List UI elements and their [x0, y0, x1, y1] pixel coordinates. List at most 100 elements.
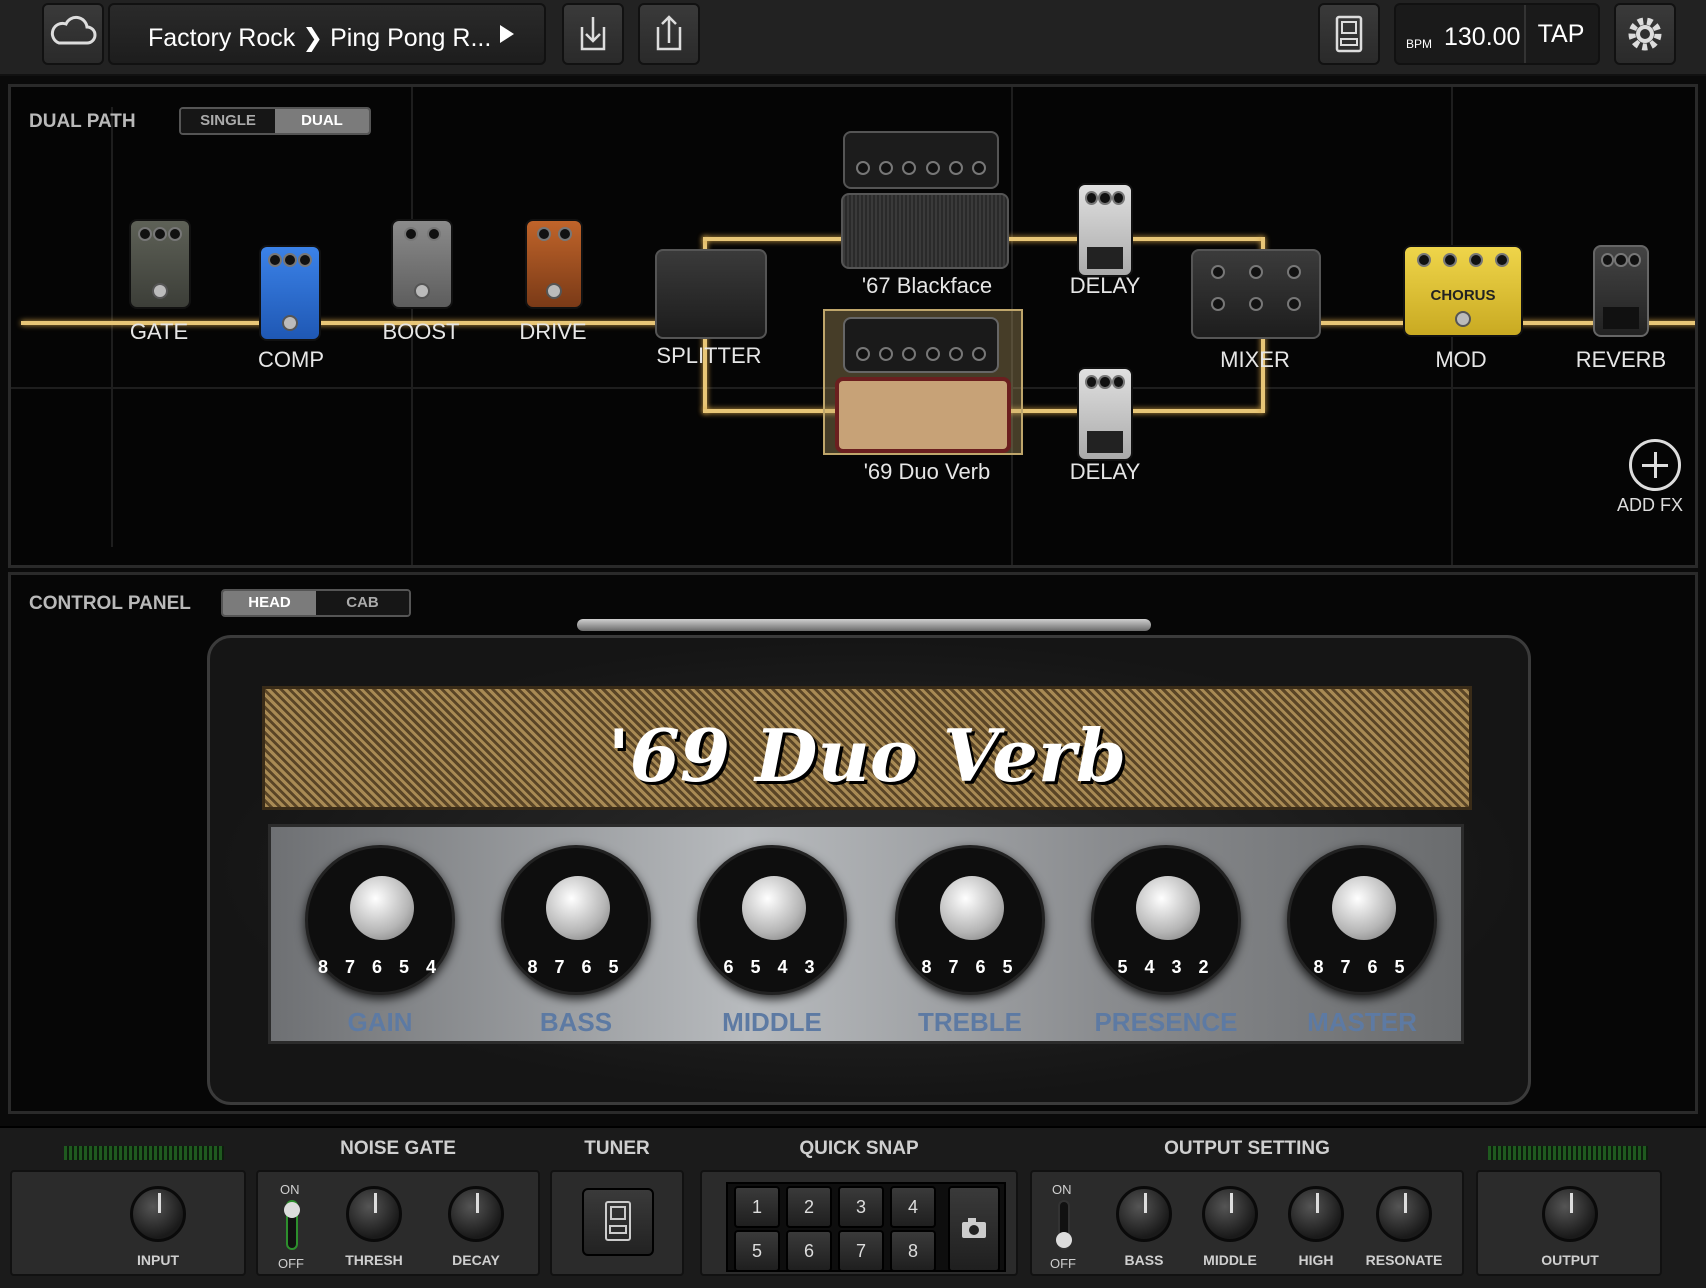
tap-tempo-button[interactable]: TAP	[1524, 5, 1596, 63]
resonate-knob[interactable]	[1376, 1186, 1432, 1242]
thresh-knob[interactable]	[346, 1186, 402, 1242]
amp-top-label: '67 Blackface	[861, 273, 993, 298]
input-knob[interactable]	[130, 1186, 186, 1242]
boost-pedal[interactable]	[391, 219, 453, 309]
duoverb-cab[interactable]	[835, 377, 1011, 453]
gain-knob[interactable]: 8 7 6 5 4	[305, 845, 455, 995]
top-toolbar: Factory Rock ❯ Ping Pong R... BPM 130.00…	[0, 0, 1706, 76]
output-high-knob[interactable]	[1288, 1186, 1344, 1242]
mod-label: MOD	[1435, 347, 1487, 372]
control-panel-title: CONTROL PANEL	[29, 593, 191, 614]
plus-icon-vertical	[1654, 452, 1657, 478]
presence-label: PRESENCE	[1094, 1007, 1238, 1037]
reverb-label: REVERB	[1575, 347, 1667, 372]
noise-gate-on-label: ON	[280, 1182, 300, 1197]
delay-bottom-pedal[interactable]	[1077, 367, 1133, 461]
mixer-label: MIXER	[1220, 347, 1290, 372]
output-setting-toggle[interactable]	[1056, 1200, 1072, 1250]
snap-slot-1[interactable]: 1	[734, 1186, 780, 1228]
gain-knob-numbers: 8 7 6 5 4	[317, 957, 443, 977]
output-knob[interactable]	[1542, 1186, 1598, 1242]
noise-gate-title: NOISE GATE	[340, 1138, 456, 1159]
thresh-label: THRESH	[345, 1252, 403, 1268]
splitter-unit[interactable]	[655, 249, 767, 339]
bpm-value[interactable]: 130.00	[1444, 23, 1520, 52]
comp-pedal[interactable]	[259, 245, 321, 341]
middle-knob-numbers: 6 5 4 3	[723, 957, 821, 977]
presence-knob-numbers: 5 4 3 2	[1117, 957, 1215, 977]
snap-slot-2[interactable]: 2	[786, 1186, 832, 1228]
gate-pedal[interactable]	[129, 219, 191, 309]
head-tab[interactable]: HEAD	[223, 591, 316, 615]
drive-pedal[interactable]	[525, 219, 583, 309]
splitter-label: SPLITTER	[656, 343, 762, 368]
delay-top-pedal[interactable]	[1077, 183, 1133, 277]
preset-selector[interactable]: Factory Rock ❯ Ping Pong R...	[108, 3, 546, 65]
decay-knob[interactable]	[448, 1186, 504, 1242]
delay-bottom-label: DELAY	[1069, 459, 1141, 484]
preset-path: Factory Rock ❯ Ping Pong R...	[148, 24, 492, 52]
chorus-pedal[interactable]: CHORUS	[1403, 245, 1523, 337]
output-middle-knob[interactable]	[1202, 1186, 1258, 1242]
export-button[interactable]	[638, 3, 700, 65]
output-high-label: HIGH	[1298, 1252, 1334, 1268]
output-setting-panel: ON OFF BASS MIDDLE HIGH RESONATE	[1030, 1170, 1464, 1276]
quick-snap-grid: 1 2 3 4 5 6 7 8	[726, 1182, 1006, 1272]
snapshot-camera-button[interactable]	[948, 1186, 1000, 1272]
cloud-icon	[50, 15, 97, 45]
snap-slot-5[interactable]: 5	[734, 1230, 780, 1272]
snap-slot-3[interactable]: 3	[838, 1186, 884, 1228]
treble-knob[interactable]: 8 7 6 5	[895, 845, 1045, 995]
tuner-button[interactable]	[582, 1188, 654, 1256]
cab-tab[interactable]: CAB	[316, 591, 409, 615]
master-knob[interactable]: 8 7 6 5	[1287, 845, 1437, 995]
amp-bottom-label: '69 Duo Verb	[863, 459, 991, 484]
toggle-thumb	[284, 1202, 300, 1218]
pedalboard-button[interactable]	[1318, 3, 1380, 65]
dual-path-title: DUAL PATH	[29, 111, 136, 132]
snap-slot-8[interactable]: 8	[890, 1230, 936, 1272]
bass-label: BASS	[539, 1007, 613, 1037]
resonate-label: RESONATE	[1365, 1252, 1443, 1268]
add-fx-label: ADD FX	[1617, 495, 1684, 515]
blackface-amp-head[interactable]	[843, 131, 999, 189]
head-cab-toggle: HEAD CAB	[221, 589, 411, 617]
reverb-pedal[interactable]	[1593, 245, 1649, 337]
drive-label: DRIVE	[519, 319, 587, 344]
bpm-control: BPM 130.00 TAP	[1394, 3, 1600, 65]
noise-gate-toggle[interactable]	[284, 1200, 300, 1250]
import-button[interactable]	[562, 3, 624, 65]
output-off-label: OFF	[1050, 1256, 1076, 1271]
output-middle-label: MIDDLE	[1203, 1252, 1257, 1268]
treble-knob-numbers: 8 7 6 5	[921, 957, 1019, 977]
import-icon	[580, 17, 606, 51]
noise-gate-panel: ON OFF THRESH DECAY	[256, 1170, 540, 1276]
gear-icon	[1628, 17, 1662, 51]
master-knob-numbers: 8 7 6 5	[1313, 957, 1411, 977]
dual-mode-button[interactable]: DUAL	[275, 109, 369, 133]
export-icon	[656, 15, 682, 51]
bass-knob[interactable]: 8 7 6 5	[501, 845, 651, 995]
bpm-label: BPM	[1406, 37, 1433, 51]
single-mode-button[interactable]: SINGLE	[181, 109, 275, 133]
snap-slot-7[interactable]: 7	[838, 1230, 884, 1272]
blackface-cab[interactable]	[841, 193, 1009, 269]
middle-knob[interactable]: 6 5 4 3	[697, 845, 847, 995]
duoverb-amp-head[interactable]	[843, 317, 999, 373]
snap-slot-6[interactable]: 6	[786, 1230, 832, 1272]
settings-button[interactable]	[1614, 3, 1676, 65]
add-fx-button[interactable]	[1629, 439, 1681, 491]
cloud-button[interactable]	[42, 3, 104, 65]
input-level-meter	[64, 1146, 224, 1160]
middle-label: MIDDLE	[722, 1007, 822, 1037]
tuner-panel	[550, 1170, 684, 1276]
play-icon	[500, 25, 514, 43]
gain-label: GAIN	[347, 1007, 413, 1037]
mixer-unit[interactable]	[1191, 249, 1321, 339]
presence-knob[interactable]: 5 4 3 2	[1091, 845, 1241, 995]
tuner-title: TUNER	[584, 1138, 650, 1159]
output-level-meter	[1488, 1146, 1648, 1160]
decay-label: DECAY	[452, 1252, 500, 1268]
output-bass-knob[interactable]	[1116, 1186, 1172, 1242]
snap-slot-4[interactable]: 4	[890, 1186, 936, 1228]
